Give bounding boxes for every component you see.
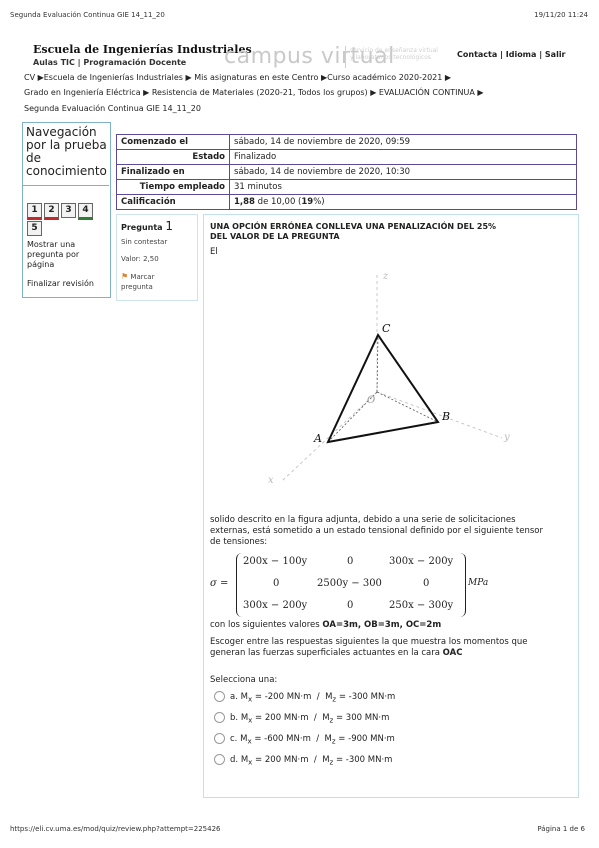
show-one-page-link[interactable]: Mostrar una pregunta por página [27,240,79,270]
tensor-cell: 0 [347,556,354,567]
units-label: MPa [468,578,489,588]
state-value: Finalizado [229,149,577,165]
completed-label: Finalizado en [116,164,230,180]
nav-divider [22,185,109,186]
print-footer-url: https://eli.cv.uma.es/mod/quiz/review.ph… [10,825,221,833]
top-links[interactable]: Contacta | Idioma | Salir [457,50,566,59]
question-value: Valor: 2,50 [121,255,159,263]
question-status: Sin contestar [121,238,168,246]
breadcrumb-line-2[interactable]: Grado en Ingeniería Eléctrica ▶ Resisten… [24,88,484,97]
site-title[interactable]: Escuela de Ingenierías Industriales [33,43,252,56]
question-button-3[interactable]: 3 [61,203,76,218]
state-label: Estado [116,149,230,165]
time-taken-value: 31 minutos [229,179,577,195]
tensor-cell: 0 [423,578,430,589]
label-z: z [382,271,389,282]
tensor-cell: 250x − 300y [389,600,454,611]
sigma-label: σ = [210,578,229,589]
question-heading: UNA OPCIÓN ERRÓNEA CONLLEVA UNA PENALIZA… [210,222,497,241]
y-axis [376,391,503,439]
radio-button[interactable] [214,733,225,744]
print-footer-page: Página 1 de 6 [537,825,585,833]
label-o: O [367,395,375,406]
site-subtitle[interactable]: Aulas TIC | Programación Docente [33,58,186,67]
summary-row: Comenzado el sábado, 14 de noviembre de … [116,134,577,150]
grade-value: 1,88 de 10,00 (19%) [229,194,577,210]
select-one-label: Selecciona una: [210,675,278,685]
grade-label: Calificación [116,194,230,210]
tensor-cell: 2500y − 300 [317,578,382,589]
question-number: Pregunta 1 [121,219,174,233]
answer-option-d[interactable]: d. Mx = 200 MN·m / Mz = -300 MN·m [214,754,392,767]
answer-option-c[interactable]: c. Mx = -600 MN·m / Mz = -900 MN·m [214,733,395,746]
radio-button[interactable] [214,754,225,765]
radio-button[interactable] [214,712,225,723]
triangle-abc [326,332,440,444]
time-taken-label: Tiempo empleado [116,179,230,195]
question-button-5[interactable]: 5 [27,221,42,236]
question-prompt: Escoger entre las respuestas siguientes … [210,637,528,658]
label-x: x [268,475,274,486]
radio-button[interactable] [214,691,225,702]
answer-option-b[interactable]: b. Mx = 200 MN·m / Mz = 300 MN·m [214,712,389,725]
summary-row: Tiempo empleado 31 minutos [116,179,577,195]
finish-review-link[interactable]: Finalizar revisión [27,279,94,288]
label-c: C [382,322,391,335]
tensor-cell: 300x − 200y [389,556,454,567]
question-button-row-2: 5 [27,215,44,236]
question-button-4[interactable]: 4 [78,203,93,220]
tensor-cell: 0 [273,578,280,589]
tensor-cell: 300x − 200y [243,600,308,611]
summary-row: Estado Finalizado [116,149,577,165]
flag-question[interactable]: ⚑ Marcar pregunta [121,272,154,292]
started-value: sábado, 14 de noviembre de 2020, 09:59 [229,134,577,150]
answer-option-a[interactable]: a. Mx = -200 MN·m / Mz = -300 MN·m [214,691,395,704]
tensor-cell: 0 [347,600,354,611]
started-label: Comenzado el [116,134,230,150]
tensor-matrix: 200x − 100y 0 300x − 200y 0 2500y − 300 … [236,553,466,617]
logo-tagline: servicio de enseñanza virtual y laborator… [350,47,438,61]
tensor-cell: 200x − 100y [243,556,308,567]
breadcrumb-line-1[interactable]: CV ▶Escuela de Ingenierías Industriales … [24,73,451,82]
summary-row: Finalizado en sábado, 14 de noviembre de… [116,164,577,180]
attempt-summary-table: Comenzado el sábado, 14 de noviembre de … [116,134,577,210]
quiz-navigation-title: Navegación por la prueba de conocimiento [26,125,107,178]
print-header-datetime: 19/11/20 11:24 [534,11,588,19]
flag-icon: ⚑ [121,272,129,281]
tetrahedron-figure: z y x O A B C [268,271,510,486]
summary-row: Calificación 1,88 de 10,00 (19%) [116,194,577,210]
label-a: A [313,432,322,445]
question-intro: El [210,247,218,257]
question-button-2[interactable]: 2 [44,203,59,220]
label-b: B [441,410,450,423]
label-y: y [503,432,510,443]
breadcrumb-line-3[interactable]: Segunda Evaluación Continua GIE 14_11_20 [24,104,201,113]
question-body: solido descrito en la figura adjunta, de… [210,515,543,547]
print-header-title: Segunda Evaluación Continua GIE 14_11_20 [10,11,165,19]
completed-value: sábado, 14 de noviembre de 2020, 10:30 [229,164,577,180]
given-values: con los siguientes valores OA=3m, OB=3m,… [210,620,442,630]
logo-divider [345,46,346,68]
